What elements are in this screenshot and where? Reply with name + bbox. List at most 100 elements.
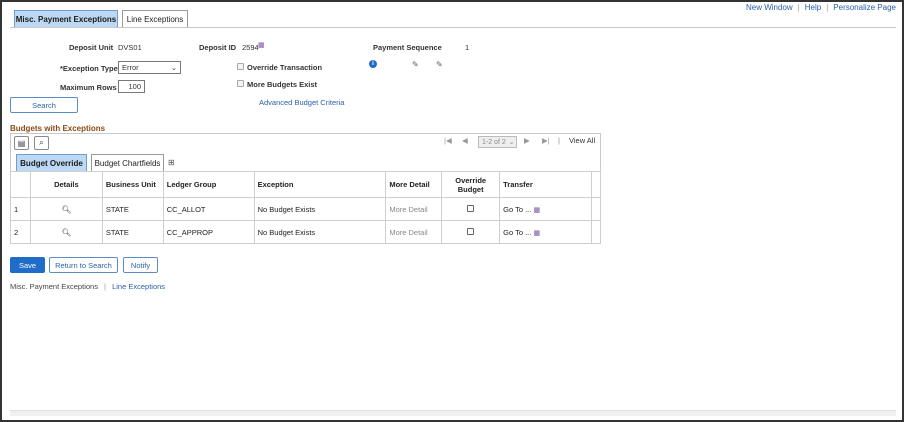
separator: | [826,3,829,12]
view-all-link[interactable]: View All [569,136,595,145]
exception-cell: No Budget Exists [253,197,387,221]
more-budgets-checkbox[interactable] [237,80,244,87]
grid-header-row: Details Business Unit Ledger Group Excep… [10,171,602,198]
transfer-cell: Go To ... ▦ [499,197,592,221]
last-page-icon[interactable]: ▶| [542,136,550,145]
exception-cell: No Budget Exists [253,220,387,244]
deposit-id-value: 2594 [242,43,259,52]
business-unit-cell: STATE [101,220,164,244]
next-page-icon[interactable]: ▶ [524,136,530,145]
personalize-grid-icon[interactable]: ▤ [14,136,29,150]
column-header-ledger-group: Ledger Group [162,171,255,198]
save-button-label: Save [18,260,37,270]
column-header-exception: Exception [253,171,387,198]
exception-type-select[interactable]: Error ⌄ [118,61,181,74]
personalize-page-link[interactable]: Personalize Page [833,3,896,12]
deposit-id-label: Deposit ID [199,43,237,52]
magnifier-icon[interactable]: 🔍︎ [62,228,72,237]
tab-label: Budget Chartfields [94,158,161,168]
row-number: 2 [10,220,31,244]
tab-label: Budget Override [20,158,83,168]
go-to-link[interactable]: Go To ... [503,205,531,214]
save-button[interactable]: Save [10,257,45,273]
separator: | [558,136,560,145]
max-rows-value: 100 [128,82,141,91]
chevron-down-icon: ⌄ [171,65,177,72]
more-detail-link[interactable]: More Detail [385,220,443,244]
details-cell: 🔍︎ [29,220,103,244]
section-title: Budgets with Exceptions [10,124,106,133]
column-header-transfer: Transfer [499,171,592,198]
deposit-unit-label: Deposit Unit [69,43,114,52]
advanced-budget-criteria-link[interactable]: Advanced Budget Criteria [259,98,344,107]
exception-type-value: Error [122,63,139,72]
magnifier-icon[interactable]: 🔍︎ [62,205,72,214]
column-header-more-detail: More Detail [385,171,443,198]
exception-type-label: *Exception Type [60,64,118,73]
related-content-icon[interactable]: ▦ [533,207,540,214]
tab-label: Misc. Payment Exceptions [15,14,117,24]
new-window-link[interactable]: New Window [746,3,793,12]
help-link[interactable]: Help [805,3,821,12]
info-icon[interactable]: i [369,60,377,68]
pager-select[interactable]: 1-2 of 2 ⌄ [478,136,517,148]
budgets-grid: Details Business Unit Ledger Group Excep… [10,171,602,244]
tab-budget-override[interactable]: Budget Override [16,154,87,171]
search-button[interactable]: Search [10,97,78,113]
grid-filler [590,197,602,221]
comment-icon[interactable]: ✎ [436,60,443,69]
table-row: 1 🔍︎ STATE CC_ALLOT No Budget Exists Mor… [10,197,602,221]
notify-label: Notify [130,260,151,270]
override-budget-checkbox[interactable] [467,204,475,212]
more-detail-link[interactable]: More Detail [385,197,443,221]
footer-link-line-exceptions[interactable]: Line Exceptions [112,282,165,291]
footer-link-misc-payment-exceptions[interactable]: Misc. Payment Exceptions [10,282,98,291]
row-number: 1 [10,197,31,221]
column-header-details: Details [29,171,103,198]
ledger-group-cell: CC_ALLOT [162,197,255,221]
transfer-cell: Go To ... ▦ [499,220,592,244]
column-header-override-budget: Override Budget [441,171,501,198]
override-budget-checkbox[interactable] [467,227,475,235]
max-rows-label: Maximum Rows [60,83,117,92]
search-button-label: Search [32,100,56,110]
column-header-business-unit: Business Unit [101,171,164,198]
find-icon[interactable]: ⌕ [34,136,49,150]
notify-button[interactable]: Notify [123,257,158,273]
previous-page-icon[interactable]: ◀ [462,136,468,145]
deposit-unit-value: DVS01 [118,43,142,52]
go-to-link[interactable]: Go To ... [503,228,531,237]
override-transaction-label: Override Transaction [247,63,323,72]
details-cell: 🔍︎ [29,197,103,221]
tab-budget-chartfields[interactable]: Budget Chartfields [91,154,164,171]
tab-label: Line Exceptions [126,14,184,24]
related-content-icon[interactable]: ▦ [258,41,265,49]
override-transaction-checkbox[interactable] [237,63,244,70]
comment-icon[interactable]: ✎ [412,60,419,69]
tab-line-exceptions[interactable]: Line Exceptions [122,10,188,27]
payment-sequence-value: 1 [465,43,470,52]
grid-filler [590,220,602,244]
table-row: 2 🔍︎ STATE CC_APPROP No Budget Exists Mo… [10,220,602,244]
related-content-icon[interactable]: ▦ [533,230,540,237]
show-all-columns-icon[interactable]: ⊞ [168,158,175,167]
top-links: New Window | Help | Personalize Page [746,3,896,12]
tab-misc-payment-exceptions[interactable]: Misc. Payment Exceptions [14,10,118,27]
row-number-header [10,171,31,198]
payment-sequence-label: Payment Sequence [373,43,442,52]
horizontal-scrollbar[interactable] [10,410,896,416]
override-budget-cell [441,220,501,244]
max-rows-input[interactable]: 100 [118,80,145,93]
business-unit-cell: STATE [101,197,164,221]
separator: | [104,282,106,291]
page-frame: Misc. Payment Exceptions Line Exceptions… [0,0,904,422]
first-page-icon[interactable]: |◀ [444,136,452,145]
override-budget-cell [441,197,501,221]
return-to-search-button[interactable]: Return to Search [49,257,118,273]
tab-divider [10,27,896,28]
return-to-search-label: Return to Search [55,260,112,270]
ledger-group-cell: CC_APPROP [162,220,255,244]
separator: | [797,3,800,12]
footer-links: Misc. Payment Exceptions | Line Exceptio… [10,282,165,291]
grid-filler [590,171,602,198]
